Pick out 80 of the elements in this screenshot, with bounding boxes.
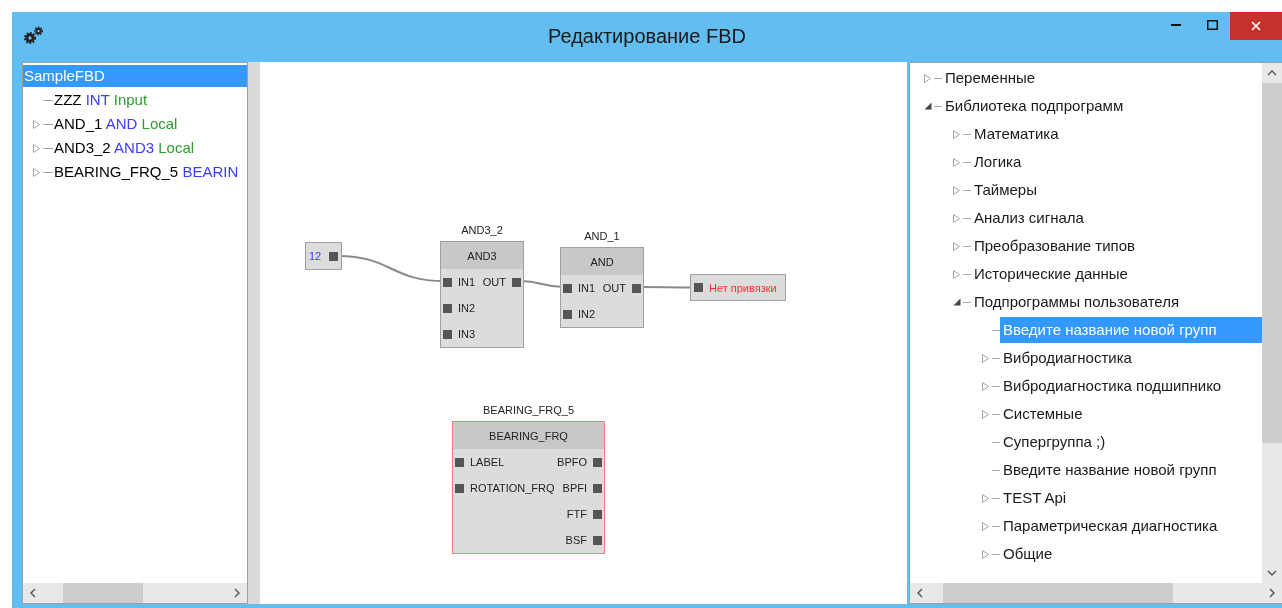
collapse-arrow-icon[interactable] — [953, 298, 961, 306]
scrollbar-thumb[interactable] — [943, 583, 1173, 603]
port-label: OUT — [602, 282, 626, 294]
port-label: IN2 — [578, 308, 596, 320]
scroll-right-icon[interactable] — [1267, 588, 1277, 598]
scroll-down-icon[interactable] — [1267, 568, 1277, 578]
port-label: IN1 — [578, 282, 596, 294]
maximize-icon — [1206, 20, 1218, 30]
scroll-up-icon[interactable] — [1267, 68, 1277, 78]
function-block[interactable]: AND IN1 OUT IN2 — [560, 247, 644, 328]
tree-item[interactable]: Исторические данные — [971, 261, 1131, 287]
tree-item[interactable]: Вибродиагностика подшипнико — [1000, 373, 1225, 399]
connector-port[interactable] — [443, 329, 452, 339]
tree-item[interactable]: Переменные — [942, 65, 1039, 91]
tree-item[interactable]: BEARING_FRQ_5 BEARIN — [53, 161, 240, 183]
port-label: IN3 — [458, 328, 476, 340]
connector-port[interactable] — [593, 483, 602, 493]
block-caption: AND3_2 — [460, 223, 504, 238]
scrollbar-thumb[interactable] — [63, 583, 143, 603]
tree-item[interactable]: Параметрическая диагностика — [1000, 513, 1221, 539]
block-type: AND3 — [441, 242, 523, 269]
port-label: BPFI — [562, 482, 587, 494]
tree-item[interactable]: Математика — [971, 121, 1062, 147]
connector-port[interactable] — [632, 283, 641, 293]
connector-port[interactable] — [593, 509, 602, 519]
connector-port[interactable] — [512, 277, 521, 287]
minimize-icon — [1171, 24, 1181, 26]
constant-value: 12 — [309, 250, 322, 262]
splitter-handle[interactable] — [248, 62, 260, 604]
port-label: BPFO — [557, 456, 587, 468]
tree-item[interactable]: Преобразование типов — [971, 233, 1138, 259]
tree-item[interactable]: Введите название новой групп — [1000, 457, 1220, 483]
constant-block[interactable]: 12 — [305, 242, 342, 270]
scroll-left-icon[interactable] — [915, 588, 925, 598]
tree-item[interactable]: AND_1 AND Local — [53, 113, 179, 135]
block-type: BEARING_FRQ — [453, 422, 604, 449]
block-type: AND — [561, 248, 643, 275]
tree-item[interactable]: Анализ сигнала — [971, 205, 1087, 231]
vertical-scrollbar[interactable] — [1262, 63, 1282, 583]
tree-item[interactable]: Общие — [1000, 541, 1056, 567]
block-caption: AND_1 — [583, 229, 621, 244]
tree-item[interactable]: Таймеры — [971, 177, 1040, 203]
close-icon — [1251, 21, 1261, 31]
port-label: IN1 — [458, 276, 476, 288]
connector-port[interactable] — [563, 283, 572, 293]
block-caption: BEARING_FRQ_5 — [481, 403, 576, 418]
window-title: Редактирование FBD — [548, 24, 746, 48]
port-label: OUT — [482, 276, 506, 288]
connector-port[interactable] — [593, 457, 602, 467]
tree-item[interactable]: Супергруппа ;) — [1000, 429, 1109, 455]
port-label: IN2 — [458, 302, 476, 314]
connector-port[interactable] — [563, 309, 572, 319]
connector-port[interactable] — [443, 277, 452, 287]
tree-item[interactable]: Вибродиагностика — [1000, 345, 1135, 371]
tree-item[interactable]: Библиотека подпрограмм — [942, 93, 1127, 119]
port-label: FTF — [566, 508, 587, 520]
tree-item[interactable]: Подпрограммы пользователя — [971, 289, 1183, 315]
connector-port[interactable] — [455, 457, 464, 467]
function-block[interactable]: BEARING_FRQ LABEL BPFO ROTATION_FRQ BPFI FTF BSF — [452, 421, 605, 554]
collapse-arrow-icon[interactable] — [924, 102, 932, 110]
connector-port[interactable] — [455, 483, 464, 493]
tree-item[interactable]: Логика — [971, 149, 1025, 175]
scroll-left-icon[interactable] — [28, 588, 38, 598]
gears-icon[interactable] — [24, 26, 44, 44]
connector-port[interactable] — [329, 251, 338, 261]
tree-item[interactable]: Системные — [1000, 401, 1086, 427]
function-block[interactable]: AND3 IN1 OUT IN2 IN3 — [440, 241, 524, 348]
scrollbar-thumb[interactable] — [1262, 83, 1282, 443]
connector-port[interactable] — [593, 535, 602, 545]
tree-item[interactable]: TEST Api — [1000, 485, 1070, 511]
scroll-right-icon[interactable] — [232, 588, 242, 598]
output-label: Нет привязки — [709, 281, 777, 294]
horizontal-scrollbar[interactable] — [910, 583, 1282, 603]
tree-item[interactable]: AND3_2 AND3 Local — [53, 137, 196, 159]
port-label: ROTATION_FRQ — [470, 482, 555, 494]
port-label: LABEL — [470, 456, 505, 468]
connector-port[interactable] — [443, 303, 452, 313]
tree-item[interactable]: ZZZ INT Input — [53, 89, 149, 111]
horizontal-scrollbar[interactable] — [23, 583, 247, 603]
port-label: BSF — [565, 534, 587, 546]
